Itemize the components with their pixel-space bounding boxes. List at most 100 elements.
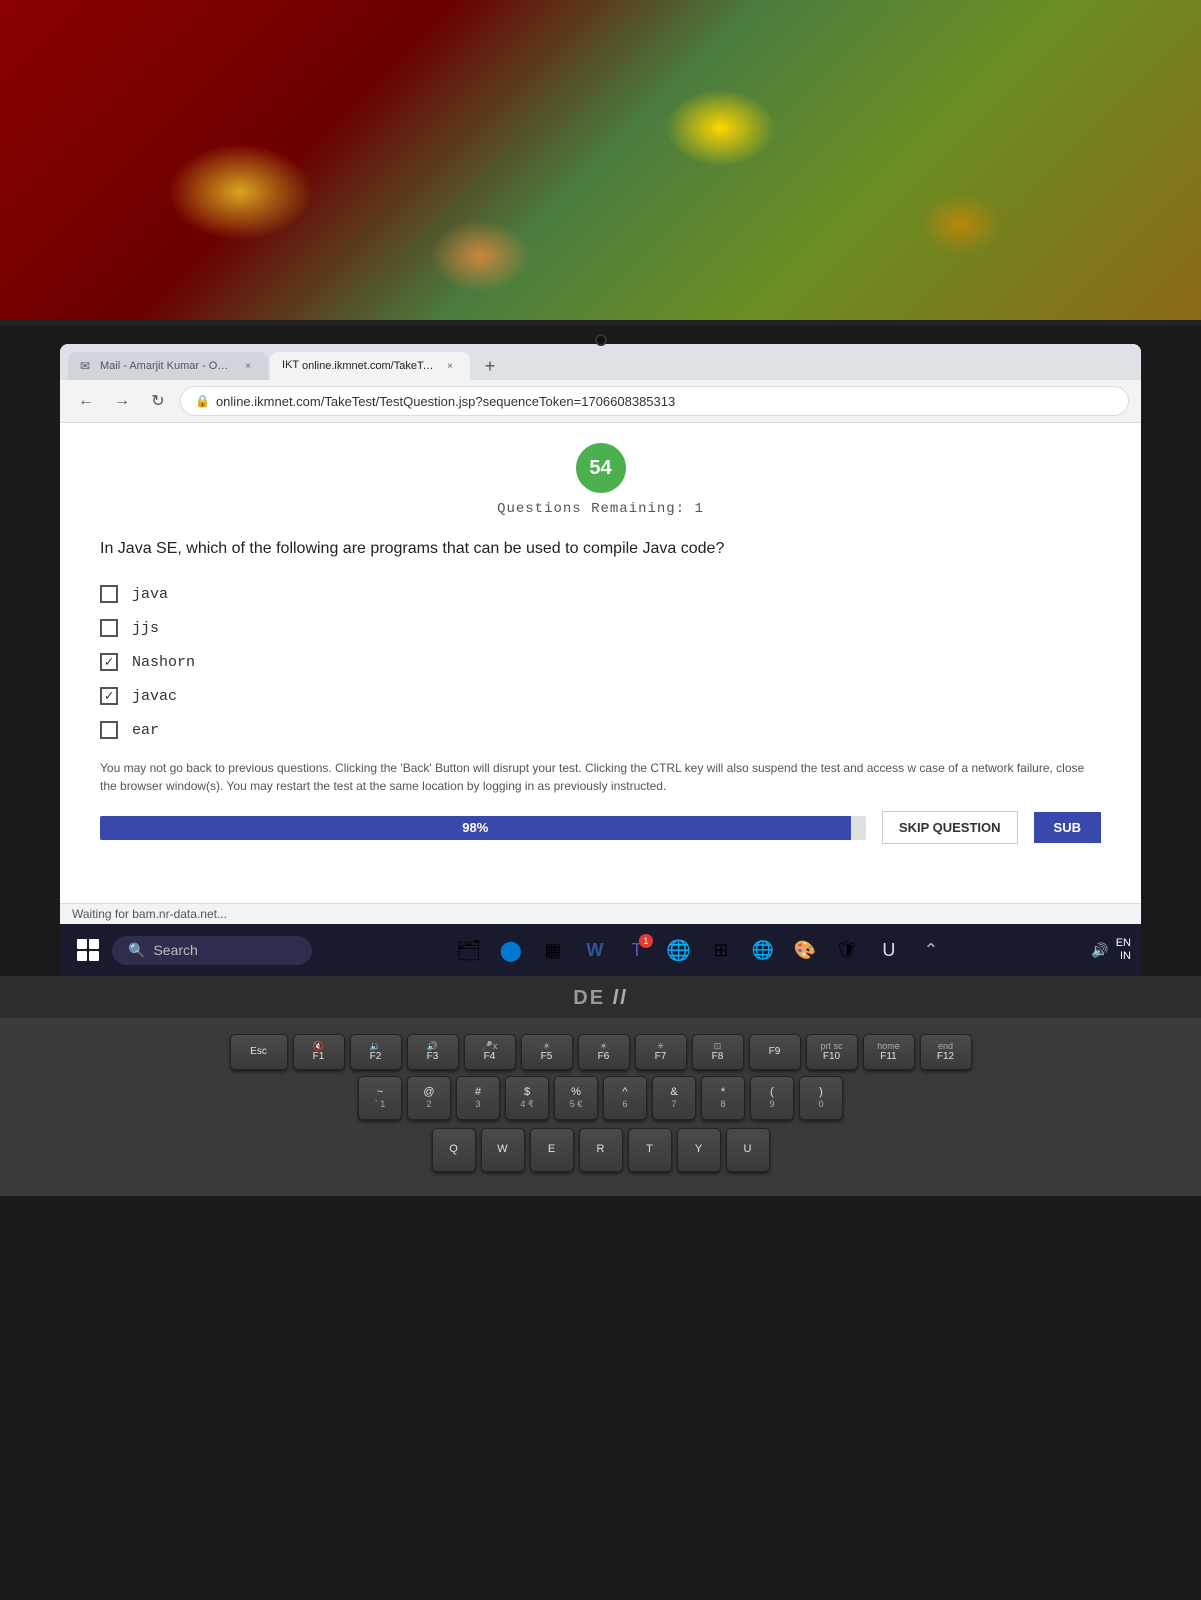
key-f5[interactable]: ☀ F5 — [521, 1034, 573, 1070]
key-4[interactable]: $ 4 ₹ — [505, 1076, 549, 1120]
taskbar-globe-icon[interactable]: 🌐 — [745, 932, 781, 968]
key-f1[interactable]: 🔇 F1 — [293, 1034, 345, 1070]
key-f11[interactable]: home F11 — [863, 1034, 915, 1070]
option-java-label: java — [132, 586, 168, 603]
mail-tab-icon: ✉ — [80, 359, 94, 373]
browser-tabs: ✉ Mail - Amarjit Kumar - Outlook × IKT o… — [60, 344, 1141, 380]
browser-tab-mail[interactable]: ✉ Mail - Amarjit Kumar - Outlook × — [68, 352, 268, 380]
submit-button[interactable]: SUB — [1034, 812, 1101, 843]
taskbar-chrome-icon[interactable]: 🌐 — [661, 932, 697, 968]
taskbar-edge-icon[interactable]: ⬤ — [493, 932, 529, 968]
key-tilde[interactable]: ~ ` 1 — [358, 1076, 402, 1120]
timer-value: 54 — [589, 457, 611, 480]
system-language: EN IN — [1116, 937, 1131, 963]
taskbar-word-icon[interactable]: W — [577, 932, 613, 968]
warning-text: You may not go back to previous question… — [100, 759, 1101, 795]
option-javac[interactable]: ✓ javac — [100, 687, 1101, 705]
key-t[interactable]: T — [628, 1128, 672, 1172]
address-bar[interactable]: 🔒 online.ikmnet.com/TakeTest/TestQuestio… — [180, 386, 1129, 416]
checkbox-javac[interactable]: ✓ — [100, 687, 118, 705]
status-text: Waiting for bam.nr-data.net... — [72, 907, 227, 921]
tab-test-close[interactable]: × — [442, 358, 458, 374]
key-y[interactable]: Y — [677, 1128, 721, 1172]
option-java[interactable]: java — [100, 585, 1101, 603]
key-u[interactable]: U — [726, 1128, 770, 1172]
taskbar-arrow-icon[interactable]: ⌃ — [913, 932, 949, 968]
progress-area: 98% SKIP QUESTION SUB — [100, 811, 1101, 844]
option-nashorn-label: Nashorn — [132, 654, 195, 671]
taskbar-search[interactable]: 🔍 Search — [112, 936, 312, 965]
taskbar-app-icons: 🗂 ⬤ ▦ W T 1 🌐 — [318, 932, 1082, 968]
tab-test-label: online.ikmnet.com/TakeTest/Te... — [302, 360, 436, 372]
key-8[interactable]: * 8 — [701, 1076, 745, 1120]
key-f10[interactable]: prt sc F10 — [806, 1034, 858, 1070]
timer-badge: 54 — [576, 443, 626, 493]
new-tab-button[interactable]: + — [476, 352, 504, 380]
browser-toolbar: ← → ↻ 🔒 online.ikmnet.com/TakeTest/TestQ… — [60, 380, 1141, 423]
key-q[interactable]: Q — [432, 1128, 476, 1172]
taskbar-folder-icon[interactable]: 🗂 — [451, 932, 487, 968]
key-6[interactable]: ^ 6 — [603, 1076, 647, 1120]
taskbar-calendar-icon[interactable]: ▦ — [535, 932, 571, 968]
progress-bar-fill: 98% — [100, 816, 851, 840]
address-text: online.ikmnet.com/TakeTest/TestQuestion.… — [216, 394, 675, 409]
key-7[interactable]: & 7 — [652, 1076, 696, 1120]
sound-icon[interactable]: 🔊 — [1088, 938, 1112, 962]
search-text: Search — [153, 942, 197, 958]
key-2[interactable]: @ 2 — [407, 1076, 451, 1120]
progress-percent: 98% — [462, 820, 488, 835]
browser-tab-test[interactable]: IKT online.ikmnet.com/TakeTest/Te... × — [270, 352, 470, 380]
checkbox-ear[interactable] — [100, 721, 118, 739]
key-0[interactable]: ) 0 — [799, 1076, 843, 1120]
taskbar-paint-icon[interactable]: 🎨 — [787, 932, 823, 968]
key-f8[interactable]: ⊡ F8 — [692, 1034, 744, 1070]
forward-button[interactable]: → — [108, 387, 136, 415]
u-icon: U — [882, 940, 895, 961]
taskbar-system-tray: 🔊 EN IN — [1088, 937, 1131, 963]
taskbar-teams-icon[interactable]: T 1 — [619, 932, 655, 968]
key-esc[interactable]: Esc — [230, 1034, 288, 1070]
key-f7[interactable]: ✳ F7 — [635, 1034, 687, 1070]
lock-icon: 🔒 — [195, 394, 210, 408]
browser-content: 54 Questions Remaining: 1 In Java SE, wh… — [60, 423, 1141, 903]
key-f6[interactable]: ☀ F6 — [578, 1034, 630, 1070]
key-w[interactable]: W — [481, 1128, 525, 1172]
key-f9[interactable]: F9 — [749, 1034, 801, 1070]
checkbox-jjs[interactable] — [100, 619, 118, 637]
option-jjs-label: jjs — [132, 620, 159, 637]
key-f2[interactable]: 🔉 F2 — [350, 1034, 402, 1070]
back-button[interactable]: ← — [72, 387, 100, 415]
option-jjs[interactable]: jjs — [100, 619, 1101, 637]
start-button[interactable] — [70, 932, 106, 968]
checkbox-java[interactable] — [100, 585, 118, 603]
key-f3[interactable]: 🔊 F3 — [407, 1034, 459, 1070]
option-ear[interactable]: ear — [100, 721, 1101, 739]
key-3[interactable]: # 3 — [456, 1076, 500, 1120]
laptop-bezel: ✉ Mail - Amarjit Kumar - Outlook × IKT o… — [0, 326, 1201, 976]
windows-logo-icon — [77, 939, 99, 961]
checkbox-nashorn[interactable]: ✓ — [100, 653, 118, 671]
search-icon: 🔍 — [128, 942, 145, 959]
paint-icon: 🎨 — [794, 940, 816, 961]
key-r[interactable]: R — [579, 1128, 623, 1172]
globe-icon: 🌐 — [752, 940, 774, 961]
laptop-outer: ✉ Mail - Amarjit Kumar - Outlook × IKT o… — [0, 320, 1201, 976]
progress-bar-container: 98% — [100, 816, 866, 840]
taskbar-grid-icon[interactable]: ⊞ — [703, 932, 739, 968]
option-nashorn[interactable]: ✓ Nashorn — [100, 653, 1101, 671]
key-9[interactable]: ( 9 — [750, 1076, 794, 1120]
skip-question-button[interactable]: SKIP QUESTION — [882, 811, 1018, 844]
tab-mail-close[interactable]: × — [240, 358, 256, 374]
key-f12[interactable]: end F12 — [920, 1034, 972, 1070]
key-e[interactable]: E — [530, 1128, 574, 1172]
arrow-icon: ⌃ — [923, 940, 938, 961]
tab-mail-label: Mail - Amarjit Kumar - Outlook — [100, 360, 234, 372]
lang-line1: EN — [1116, 937, 1131, 950]
key-5[interactable]: % 5 € — [554, 1076, 598, 1120]
laptop-keyboard: Esc 🔇 F1 🔉 F2 🔊 F3 🎤x F4 ☀ F5 ☀ F6 ✳ F7 — [0, 1018, 1201, 1196]
windows-quad-4 — [89, 951, 99, 961]
taskbar-u-icon[interactable]: U — [871, 932, 907, 968]
taskbar-shield-icon[interactable]: 🛡 — [829, 932, 865, 968]
refresh-button[interactable]: ↻ — [144, 387, 172, 415]
key-f4[interactable]: 🎤x F4 — [464, 1034, 516, 1070]
